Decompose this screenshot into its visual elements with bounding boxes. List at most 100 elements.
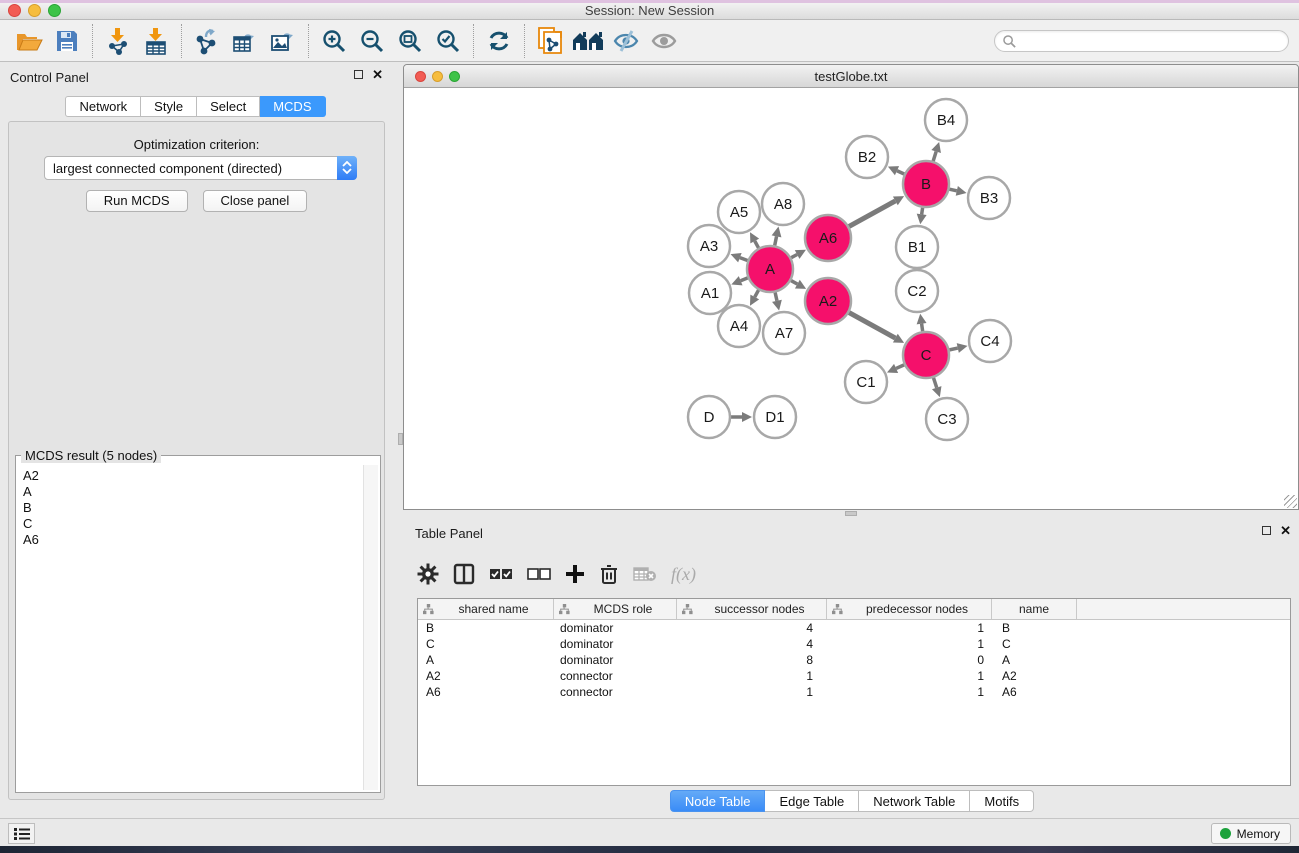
- export-network-icon[interactable]: [188, 24, 226, 58]
- delete-column-icon[interactable]: [599, 563, 619, 585]
- network-canvas[interactable]: B4B2BB3A5A8A6A3B1AA1C2A2A4A7C4CC1DD1C3: [404, 88, 1298, 509]
- node-label-B3: B3: [980, 190, 998, 207]
- show-panels-menu-button[interactable]: [8, 823, 35, 844]
- edge-C-C2[interactable]: [922, 324, 923, 332]
- table-row[interactable]: Cdominator41C: [418, 636, 1290, 652]
- zoom-in-icon[interactable]: [315, 24, 353, 58]
- edge-C-C3[interactable]: [933, 378, 936, 388]
- edge-A-A4[interactable]: [755, 290, 759, 297]
- table-row[interactable]: A2connector11A2: [418, 668, 1290, 684]
- horizontal-scroll-thumb[interactable]: [845, 511, 857, 516]
- tab-edge-table[interactable]: Edge Table: [765, 790, 859, 812]
- first-neighbors-icon[interactable]: [569, 24, 607, 58]
- tab-motifs[interactable]: Motifs: [970, 790, 1034, 812]
- cell: 1: [827, 621, 992, 635]
- edge-A6-B[interactable]: [849, 201, 895, 227]
- zoom-out-icon[interactable]: [353, 24, 391, 58]
- search-input[interactable]: [1017, 32, 1288, 50]
- zoom-selected-icon[interactable]: [429, 24, 467, 58]
- function-builder-fx[interactable]: f(x): [671, 564, 696, 585]
- edge-A-A5[interactable]: [755, 241, 759, 248]
- table-header-row: shared nameMCDS rolesuccessor nodesprede…: [418, 599, 1290, 620]
- import-table-icon[interactable]: [137, 24, 175, 58]
- mcds-result-item[interactable]: C: [23, 516, 363, 532]
- zoom-fit-icon[interactable]: [391, 24, 429, 58]
- open-session-icon[interactable]: [10, 24, 48, 58]
- tab-node-table[interactable]: Node Table: [670, 790, 766, 812]
- float-table-panel-icon[interactable]: [1262, 526, 1271, 535]
- edge-C-C1[interactable]: [896, 365, 904, 369]
- float-panel-icon[interactable]: [354, 70, 363, 79]
- column-header-shared-name[interactable]: shared name: [418, 599, 554, 619]
- column-header-MCDS-role[interactable]: MCDS role: [554, 599, 677, 619]
- export-table-icon[interactable]: [226, 24, 264, 58]
- deselect-all-rows-icon[interactable]: [527, 566, 551, 582]
- close-traffic-light[interactable]: [8, 4, 21, 17]
- edge-A-A6[interactable]: [791, 254, 797, 257]
- add-column-icon[interactable]: [565, 564, 585, 584]
- mcds-result-scrollbar[interactable]: [363, 465, 378, 790]
- show-column-icon[interactable]: [453, 563, 475, 585]
- edge-B-B2[interactable]: [897, 171, 904, 174]
- minimize-traffic-light[interactable]: [28, 4, 41, 17]
- table-row[interactable]: A6connector11A6: [418, 684, 1290, 700]
- export-image-icon[interactable]: [264, 24, 302, 58]
- edge-B-B4[interactable]: [933, 151, 936, 161]
- table-row[interactable]: Bdominator41B: [418, 620, 1290, 636]
- close-table-panel-icon[interactable]: ✕: [1280, 525, 1291, 536]
- node-table[interactable]: shared nameMCDS rolesuccessor nodesprede…: [417, 598, 1291, 786]
- select-all-rows-icon[interactable]: [489, 566, 513, 582]
- edge-A-A7[interactable]: [775, 292, 777, 300]
- column-header-name[interactable]: name: [992, 599, 1077, 619]
- new-network-from-selection-icon[interactable]: [531, 24, 569, 58]
- mcds-tab-content: Optimization criterion: largest connecte…: [8, 121, 385, 800]
- mcds-result-item[interactable]: A2: [23, 468, 363, 484]
- mcds-result-item[interactable]: A: [23, 484, 363, 500]
- desktop-background: [0, 846, 1299, 853]
- mcds-result-list[interactable]: A2ABCA6: [18, 465, 363, 790]
- layout-refresh-icon[interactable]: [480, 24, 518, 58]
- cell: dominator: [554, 653, 677, 667]
- tab-mcds[interactable]: MCDS: [260, 96, 325, 117]
- tab-network-table[interactable]: Network Table: [859, 790, 970, 812]
- edge-A-A8[interactable]: [775, 236, 777, 245]
- vertical-scroll-thumb[interactable]: [398, 433, 403, 445]
- edge-B-B3[interactable]: [949, 189, 956, 191]
- search-field[interactable]: [994, 30, 1289, 52]
- import-network-icon[interactable]: [99, 24, 137, 58]
- column-header-successor-nodes[interactable]: successor nodes: [677, 599, 827, 619]
- network-window-titlebar[interactable]: testGlobe.txt: [404, 65, 1298, 88]
- delete-table-icon[interactable]: [633, 565, 657, 583]
- control-panel-header: Control Panel ✕: [0, 62, 391, 92]
- node-label-B2: B2: [858, 149, 876, 166]
- edge-A2-C[interactable]: [849, 313, 895, 339]
- tab-network[interactable]: Network: [65, 96, 141, 117]
- edge-B-B1[interactable]: [922, 208, 923, 215]
- mcds-result-item[interactable]: B: [23, 500, 363, 516]
- table-row[interactable]: Adominator80A: [418, 652, 1290, 668]
- network-close-traffic-light[interactable]: [415, 71, 426, 82]
- edge-A-A3[interactable]: [740, 258, 748, 261]
- column-settings-gear-icon[interactable]: [417, 563, 439, 585]
- tab-select[interactable]: Select: [197, 96, 260, 117]
- edge-A-A1[interactable]: [741, 278, 748, 281]
- edge-A-A2[interactable]: [791, 281, 797, 284]
- run-mcds-button[interactable]: Run MCDS: [86, 190, 188, 212]
- table-panel-toolbar: f(x): [417, 552, 696, 596]
- node-label-C3: C3: [937, 411, 956, 428]
- network-maximize-traffic-light[interactable]: [449, 71, 460, 82]
- mcds-result-item[interactable]: A6: [23, 532, 363, 548]
- window-resize-grip[interactable]: [1284, 495, 1297, 508]
- close-panel-button[interactable]: Close panel: [203, 190, 308, 212]
- column-header-predecessor-nodes[interactable]: predecessor nodes: [827, 599, 992, 619]
- memory-button[interactable]: Memory: [1211, 823, 1291, 844]
- criterion-select[interactable]: largest connected component (directed): [44, 156, 357, 180]
- network-minimize-traffic-light[interactable]: [432, 71, 443, 82]
- edge-C-C4[interactable]: [949, 348, 957, 350]
- save-session-icon[interactable]: [48, 24, 86, 58]
- close-panel-icon[interactable]: ✕: [372, 69, 383, 80]
- tab-style[interactable]: Style: [141, 96, 197, 117]
- maximize-traffic-light[interactable]: [48, 4, 61, 17]
- show-all-icon[interactable]: [645, 24, 683, 58]
- hide-selected-icon[interactable]: [607, 24, 645, 58]
